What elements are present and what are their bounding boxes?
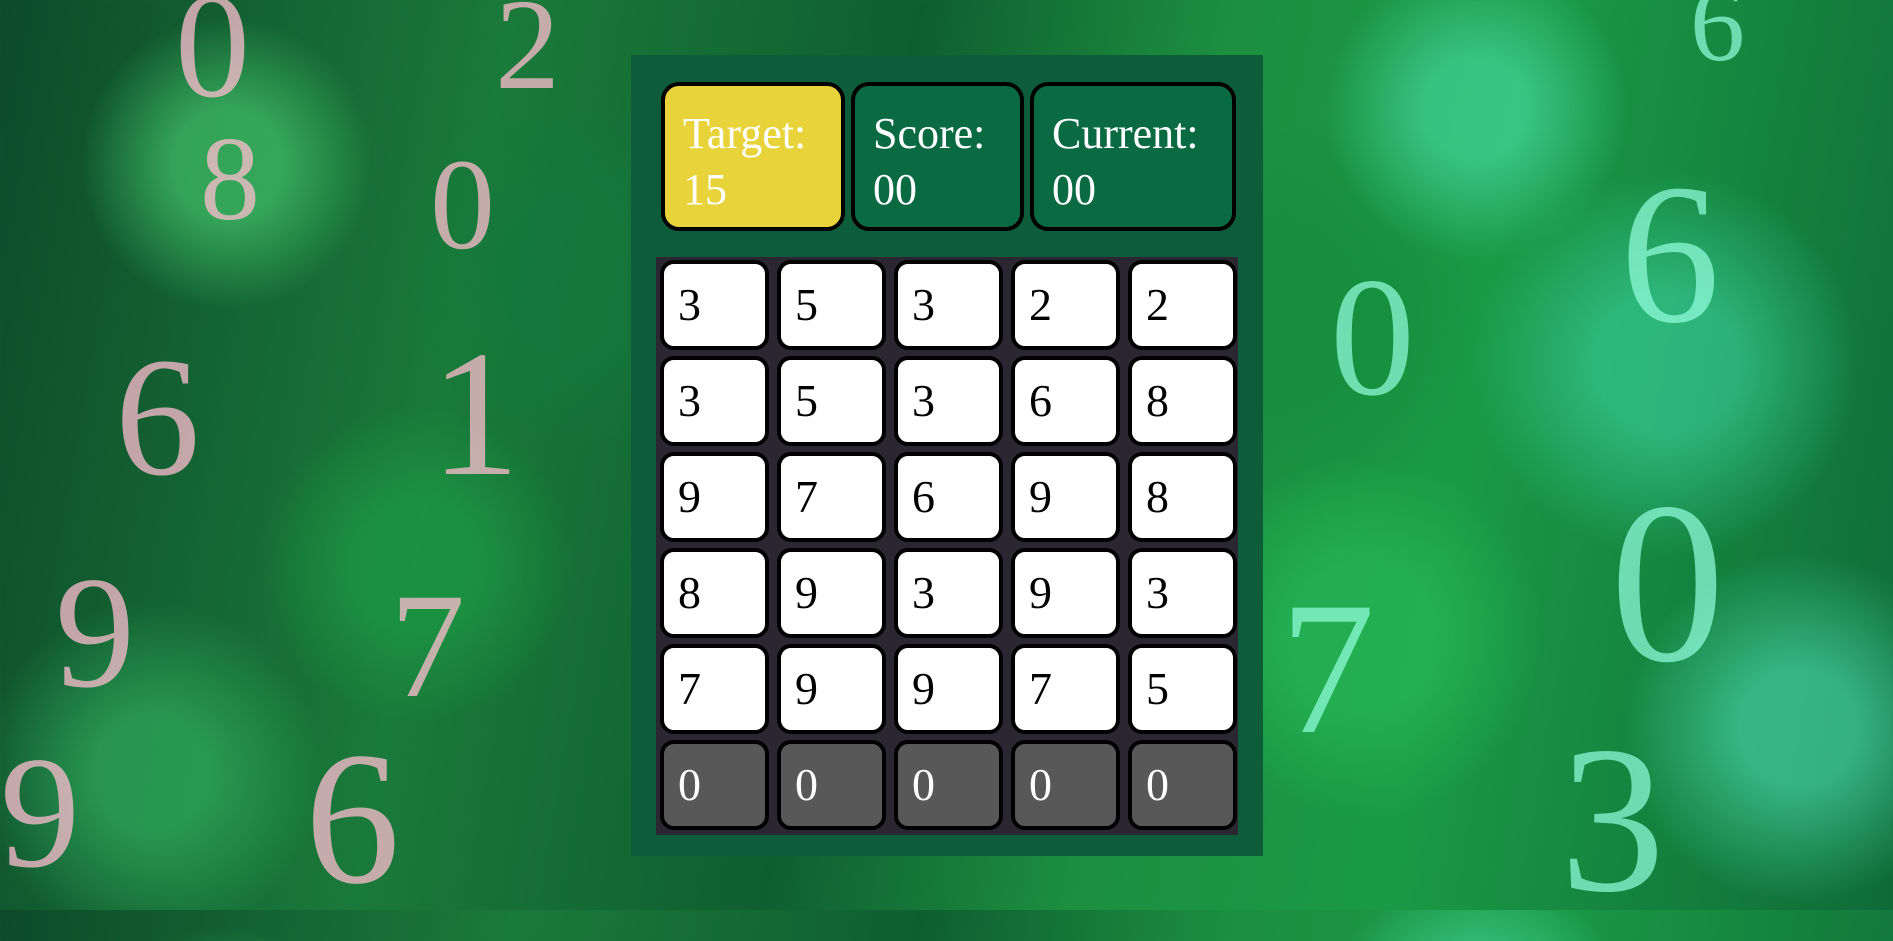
number-tile[interactable]: 7	[1011, 644, 1120, 734]
current-label: Current:	[1052, 109, 1199, 158]
background-digit: 9	[55, 543, 135, 721]
number-tile[interactable]: 9	[777, 644, 886, 734]
column-total-tile: 0	[660, 740, 769, 830]
number-tile[interactable]: 3	[894, 260, 1003, 350]
number-tile[interactable]: 5	[777, 260, 886, 350]
game-panel: Target: 15 Score: 00 Current: 00 3 5 3 2…	[631, 55, 1263, 856]
number-grid: 3 5 3 2 2 3 5 3 6 8 9 7 6 9 8 8 9 3 9 3 …	[660, 260, 1237, 830]
current-value: 00	[1052, 165, 1096, 214]
number-tile[interactable]: 8	[1128, 452, 1237, 542]
number-board: 3 5 3 2 2 3 5 3 6 8 9 7 6 9 8 8 9 3 9 3 …	[656, 257, 1238, 835]
number-tile[interactable]: 9	[1011, 548, 1120, 638]
score-value: 00	[873, 165, 917, 214]
number-tile[interactable]: 7	[660, 644, 769, 734]
background-digit: 9	[0, 723, 80, 901]
background-digit: 3	[1560, 704, 1665, 936]
number-tile[interactable]: 6	[1011, 356, 1120, 446]
stats-bar: Target: 15 Score: 00 Current: 00	[661, 82, 1236, 231]
number-tile[interactable]: 9	[1011, 452, 1120, 542]
background-digit: 0	[430, 133, 495, 277]
background-digit: 2	[495, 0, 560, 117]
number-tile[interactable]: 9	[894, 644, 1003, 734]
current-box: Current: 00	[1030, 82, 1236, 231]
number-tile[interactable]: 3	[660, 260, 769, 350]
target-value: 15	[683, 165, 727, 214]
number-tile[interactable]: 6	[894, 452, 1003, 542]
background-digit: 7	[390, 563, 465, 729]
number-tile[interactable]: 3	[660, 356, 769, 446]
background-digit: 0	[175, 0, 250, 129]
target-box: Target: 15	[661, 82, 845, 231]
number-tile[interactable]: 5	[777, 356, 886, 446]
number-tile[interactable]: 3	[1128, 548, 1237, 638]
number-tile[interactable]: 3	[894, 548, 1003, 638]
number-tile[interactable]: 3	[894, 356, 1003, 446]
number-tile[interactable]: 9	[777, 548, 886, 638]
target-label: Target:	[683, 109, 807, 158]
number-tile[interactable]: 9	[660, 452, 769, 542]
background-digit: 6	[305, 714, 400, 924]
column-total-tile: 0	[1128, 740, 1237, 830]
score-label: Score:	[873, 109, 986, 158]
background-digit: 7	[1280, 564, 1375, 774]
background-digit: 6	[115, 323, 200, 511]
number-tile[interactable]: 8	[660, 548, 769, 638]
column-total-tile: 0	[894, 740, 1003, 830]
score-box: Score: 00	[851, 82, 1024, 231]
number-tile[interactable]: 2	[1011, 260, 1120, 350]
column-total-tile: 0	[777, 740, 886, 830]
background-digit: 6	[1620, 144, 1720, 365]
background-digit: 0	[1330, 243, 1415, 431]
background-digit: 0	[1610, 455, 1725, 710]
number-tile[interactable]: 8	[1128, 356, 1237, 446]
number-tile[interactable]: 7	[777, 452, 886, 542]
number-tile[interactable]: 2	[1128, 260, 1237, 350]
column-total-tile: 0	[1011, 740, 1120, 830]
background-digit: 1	[430, 314, 520, 513]
background-digit: 8	[200, 112, 260, 245]
number-tile[interactable]: 5	[1128, 644, 1237, 734]
background-digit: 6	[1690, 0, 1745, 84]
